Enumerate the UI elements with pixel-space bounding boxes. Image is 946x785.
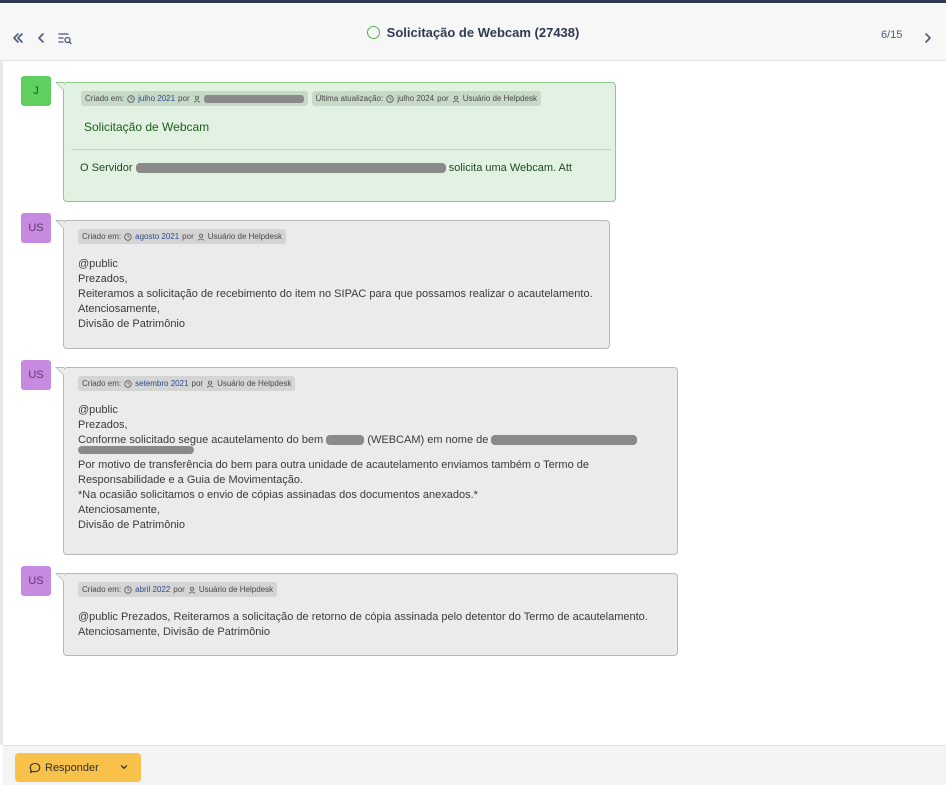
redacted-name [491, 435, 638, 446]
bubble-tail [55, 82, 64, 91]
clock-icon [127, 94, 135, 103]
footer-bar: Responder [3, 745, 946, 785]
message-body: @public Prezados, Reiteramos a solicitaç… [78, 257, 593, 332]
user-icon [206, 380, 214, 388]
bubble-tail [55, 573, 64, 582]
body-line [78, 446, 668, 458]
created-label: Criado em: [85, 94, 125, 103]
body-text: (WEBCAM) em nome de [367, 434, 489, 446]
body-line: Atenciosamente, [78, 504, 160, 516]
body-line: Responsabilidade e a Guia de Movimentaçã… [78, 474, 304, 486]
body-line: Divisão de Patrimônio [78, 318, 185, 330]
message-body: O Servidor solicita uma Webcam. Att [80, 161, 572, 176]
body-line: @public [78, 258, 118, 270]
redacted-name [135, 163, 446, 174]
created-label: Criado em: [82, 379, 122, 388]
message-body: @public Prezados, Reiteramos a solicitaç… [78, 610, 673, 640]
followup-message: Criado em: agosto 2021 por Usuário de He… [55, 220, 610, 349]
followup-message: Criado em: setembro 2021 por Usuário de … [55, 367, 678, 555]
title-bar: Solicitação de Webcam (27438) [0, 25, 946, 40]
redacted-name [78, 446, 194, 454]
redacted-asset [326, 435, 365, 446]
timeline: J Criado em: julho 2021 por Última atual… [3, 62, 946, 745]
body-suffix: solicita uma Webcam. Att [448, 162, 572, 174]
by-label: por [437, 94, 449, 103]
chevron-down-icon[interactable] [119, 762, 129, 772]
by-label: por [173, 585, 185, 594]
ticket-header: Solicitação de Webcam (27438) 6/15 [0, 3, 946, 61]
body-prefix: O Servidor [80, 162, 133, 174]
body-line: Divisão de Patrimônio [78, 519, 185, 531]
comment-icon [29, 762, 41, 774]
meta-row: Criado em: julho 2021 por Última atualiz… [81, 91, 541, 106]
page-title: Solicitação de Webcam (27438) [386, 25, 580, 40]
avatar: US [21, 360, 51, 390]
updated-label: Última atualização: [315, 94, 384, 103]
author-user: Usuário de Helpdesk [217, 379, 292, 388]
body-line: Por motivo de transferência do bem para … [78, 459, 589, 471]
body-line: Atenciosamente, [78, 303, 160, 315]
by-label: por [178, 94, 190, 103]
followup-message: Criado em: abril 2022 por Usuário de Hel… [55, 573, 678, 656]
user-icon [188, 586, 196, 594]
created-label: Criado em: [82, 232, 122, 241]
user-icon [193, 95, 201, 103]
clock-icon [124, 232, 132, 241]
created-chip: Criado em: setembro 2021 por Usuário de … [78, 376, 296, 391]
ticket-description: Criado em: julho 2021 por Última atualiz… [55, 82, 616, 202]
body-line: @public [78, 404, 118, 416]
clock-icon [124, 379, 132, 388]
message-body: @public Prezados, Conforme solicitado se… [78, 403, 668, 533]
clock-icon [386, 94, 394, 103]
avatar: J [21, 76, 51, 106]
created-label: Criado em: [82, 585, 122, 594]
redacted-name [203, 94, 304, 103]
created-chip: Criado em: agosto 2021 por Usuário de He… [78, 229, 286, 244]
created-date[interactable]: agosto 2021 [135, 232, 179, 241]
author-user: Usuário de Helpdesk [198, 585, 274, 594]
item-counter: 6/15 [881, 29, 903, 41]
body-line: *Na ocasião solicitamos o envio de cópia… [78, 489, 478, 501]
body-text: Conforme solicitado segue acautelamento … [78, 434, 324, 446]
created-date[interactable]: julho 2021 [138, 94, 175, 103]
body-line: Reiteramos a solicitação de recebimento … [78, 288, 593, 300]
updated-user: Usuário de Helpdesk [462, 94, 537, 103]
body-line: @public Prezados, Reiteramos a solicitaç… [78, 611, 648, 623]
body-line: Prezados, [78, 273, 128, 285]
avatar: US [21, 566, 51, 596]
by-label: por [191, 379, 204, 388]
message-title: Solicitação de Webcam [84, 120, 210, 134]
meta-row: Criado em: agosto 2021 por Usuário de He… [78, 229, 286, 244]
bubble-tail [55, 367, 64, 376]
reply-button[interactable]: Responder [15, 753, 141, 782]
meta-row: Criado em: abril 2022 por Usuário de Hel… [78, 582, 278, 597]
body-line: Prezados, [78, 419, 128, 431]
divider [71, 149, 611, 150]
updated-date: julho 2024 [397, 94, 435, 103]
status-circle-icon [366, 26, 380, 39]
created-chip: Criado em: julho 2021 por [81, 91, 308, 106]
body-line: Atenciosamente, Divisão de Patrimônio [78, 626, 270, 638]
reply-label: Responder [45, 761, 99, 774]
clock-icon [124, 585, 132, 594]
user-icon [197, 233, 205, 241]
chevron-right-icon[interactable] [920, 30, 936, 46]
user-icon [452, 95, 460, 103]
updated-chip: Última atualização: julho 2024 por Usuár… [311, 91, 541, 106]
avatar: US [21, 213, 51, 243]
created-date[interactable]: setembro 2021 [135, 379, 188, 388]
meta-row: Criado em: setembro 2021 por Usuário de … [78, 376, 296, 391]
author-user: Usuário de Helpdesk [207, 232, 282, 241]
bubble-tail [55, 220, 64, 229]
created-date[interactable]: abril 2022 [135, 585, 170, 594]
by-label: por [182, 232, 194, 241]
created-chip: Criado em: abril 2022 por Usuário de Hel… [78, 582, 278, 597]
